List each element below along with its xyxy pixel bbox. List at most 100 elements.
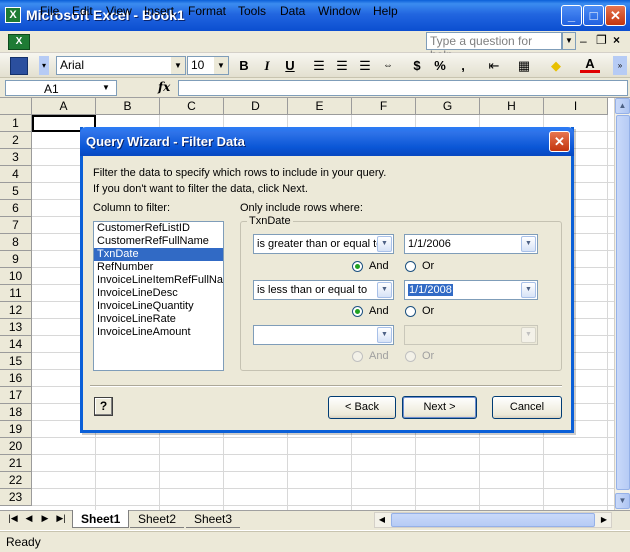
column-header-e[interactable]: E (288, 98, 352, 115)
tab-sheet3[interactable]: Sheet3 (186, 510, 241, 528)
first-sheet-icon[interactable]: |◀ (6, 513, 20, 524)
menu-edit[interactable]: Edit (72, 4, 93, 18)
tab-sheet2[interactable]: Sheet2 (130, 510, 185, 528)
row-header-2[interactable]: 2 (0, 132, 32, 149)
menu-file[interactable]: File (40, 4, 59, 18)
formula-input[interactable] (178, 80, 628, 96)
row-header-15[interactable]: 15 (0, 353, 32, 370)
minimize-button[interactable]: _ (561, 5, 582, 26)
row-header-19[interactable]: 19 (0, 421, 32, 438)
next-button[interactable]: Next > (402, 396, 477, 419)
menu-data[interactable]: Data (280, 4, 305, 18)
row-header-17[interactable]: 17 (0, 387, 32, 404)
comma-button[interactable]: , (453, 56, 473, 75)
row-header-8[interactable]: 8 (0, 234, 32, 251)
workbook-icon[interactable]: X (8, 34, 30, 50)
workbook-close-icon[interactable]: × (613, 33, 620, 47)
row-header-14[interactable]: 14 (0, 336, 32, 353)
excel-app-icon[interactable]: X (5, 7, 21, 23)
align-left-icon[interactable]: ☰ (309, 56, 329, 75)
column-list-item[interactable]: InvoiceLineDesc (94, 287, 223, 300)
column-list-item[interactable]: TxnDate (94, 248, 223, 261)
insert-function-icon[interactable]: fx (158, 80, 170, 94)
name-box[interactable]: A1 (5, 80, 117, 96)
save-icon[interactable] (10, 57, 28, 75)
column-header-c[interactable]: C (160, 98, 224, 115)
font-size-dropdown-icon[interactable]: ▼ (214, 57, 228, 74)
menu-format[interactable]: Format (188, 4, 226, 18)
scroll-right-icon[interactable]: ▶ (597, 513, 611, 527)
operator-combo-2[interactable]: is less than or equal to ▼ (253, 280, 394, 300)
row-header-18[interactable]: 18 (0, 404, 32, 421)
borders-icon[interactable]: ▦ (514, 56, 534, 75)
currency-button[interactable]: $ (407, 56, 427, 75)
column-list-item[interactable]: InvoiceLineAmount (94, 326, 223, 339)
name-box-dropdown-icon[interactable]: ▼ (102, 83, 110, 92)
menu-insert[interactable]: Insert (144, 4, 174, 18)
and-radio-2[interactable] (352, 306, 363, 317)
toolbar-overflow-icon[interactable]: » (613, 56, 627, 75)
horizontal-scroll-thumb[interactable] (391, 513, 595, 527)
scroll-left-icon[interactable]: ◀ (375, 513, 389, 527)
align-right-icon[interactable]: ☰ (355, 56, 375, 75)
row-header-22[interactable]: 22 (0, 472, 32, 489)
font-color-icon[interactable]: A (580, 56, 600, 73)
row-header-10[interactable]: 10 (0, 268, 32, 285)
maximize-button[interactable]: □ (583, 5, 604, 26)
column-list-item[interactable]: InvoiceLineItemRefFullNar (94, 274, 223, 287)
cancel-button[interactable]: Cancel (492, 396, 562, 419)
column-list[interactable]: CustomerRefListID CustomerRefFullName TxnD… (93, 221, 224, 371)
row-header-16[interactable]: 16 (0, 370, 32, 387)
row-header-3[interactable]: 3 (0, 149, 32, 166)
merge-center-icon[interactable]: ⇔ (378, 56, 398, 75)
row-header-12[interactable]: 12 (0, 302, 32, 319)
underline-button[interactable]: U (280, 56, 300, 75)
bold-button[interactable]: B (234, 56, 254, 75)
help-button[interactable]: ? (94, 397, 113, 416)
last-sheet-icon[interactable]: ▶| (54, 513, 68, 524)
menu-view[interactable]: View (106, 4, 132, 18)
menu-help[interactable]: Help (373, 4, 398, 18)
column-list-item[interactable]: InvoiceLineQuantity (94, 300, 223, 313)
row-header-1[interactable]: 1 (0, 115, 32, 132)
workbook-minimize-icon[interactable]: – (580, 34, 587, 48)
back-button[interactable]: < Back (328, 396, 396, 419)
column-list-item[interactable]: CustomerRefFullName (94, 235, 223, 248)
prev-sheet-icon[interactable]: ◀ (22, 513, 36, 524)
italic-button[interactable]: I (257, 56, 277, 75)
value-dropdown-icon-1[interactable]: ▼ (521, 236, 536, 252)
operator-dropdown-icon-1[interactable]: ▼ (377, 236, 392, 252)
row-header-6[interactable]: 6 (0, 200, 32, 217)
column-list-item[interactable]: InvoiceLineRate (94, 313, 223, 326)
scroll-up-icon[interactable]: ▲ (615, 98, 630, 114)
workbook-restore-icon[interactable]: ❐ (596, 33, 607, 47)
or-radio-1[interactable] (405, 261, 416, 272)
column-header-b[interactable]: B (96, 98, 160, 115)
close-button[interactable]: ✕ (605, 5, 626, 26)
next-sheet-icon[interactable]: ▶ (38, 513, 52, 524)
column-header-a[interactable]: A (32, 98, 96, 115)
menu-tools[interactable]: Tools (238, 4, 266, 18)
percent-button[interactable]: % (430, 56, 450, 75)
font-name-combo[interactable]: Arial ▼ (56, 56, 186, 75)
operator-combo-3[interactable]: ▼ (253, 325, 394, 345)
column-list-item[interactable]: RefNumber (94, 261, 223, 274)
font-size-combo[interactable]: 10 ▼ (187, 56, 229, 75)
vertical-scrollbar[interactable]: ▲ ▼ (614, 98, 630, 510)
font-dropdown-icon[interactable]: ▼ (171, 57, 185, 74)
column-header-g[interactable]: G (416, 98, 480, 115)
or-radio-2[interactable] (405, 306, 416, 317)
select-all-corner[interactable] (0, 98, 32, 115)
help-search-input[interactable]: Type a question for help (426, 32, 562, 62)
column-header-h[interactable]: H (480, 98, 544, 115)
column-header-i[interactable]: I (544, 98, 608, 115)
row-header-9[interactable]: 9 (0, 251, 32, 268)
decrease-indent-icon[interactable]: ⇤ (484, 56, 504, 75)
row-header-11[interactable]: 11 (0, 285, 32, 302)
tab-sheet1[interactable]: Sheet1 (72, 510, 130, 528)
row-header-20[interactable]: 20 (0, 438, 32, 455)
row-header-7[interactable]: 7 (0, 217, 32, 234)
row-header-21[interactable]: 21 (0, 455, 32, 472)
value-dropdown-icon-2[interactable]: ▼ (521, 282, 536, 298)
column-header-f[interactable]: F (352, 98, 416, 115)
